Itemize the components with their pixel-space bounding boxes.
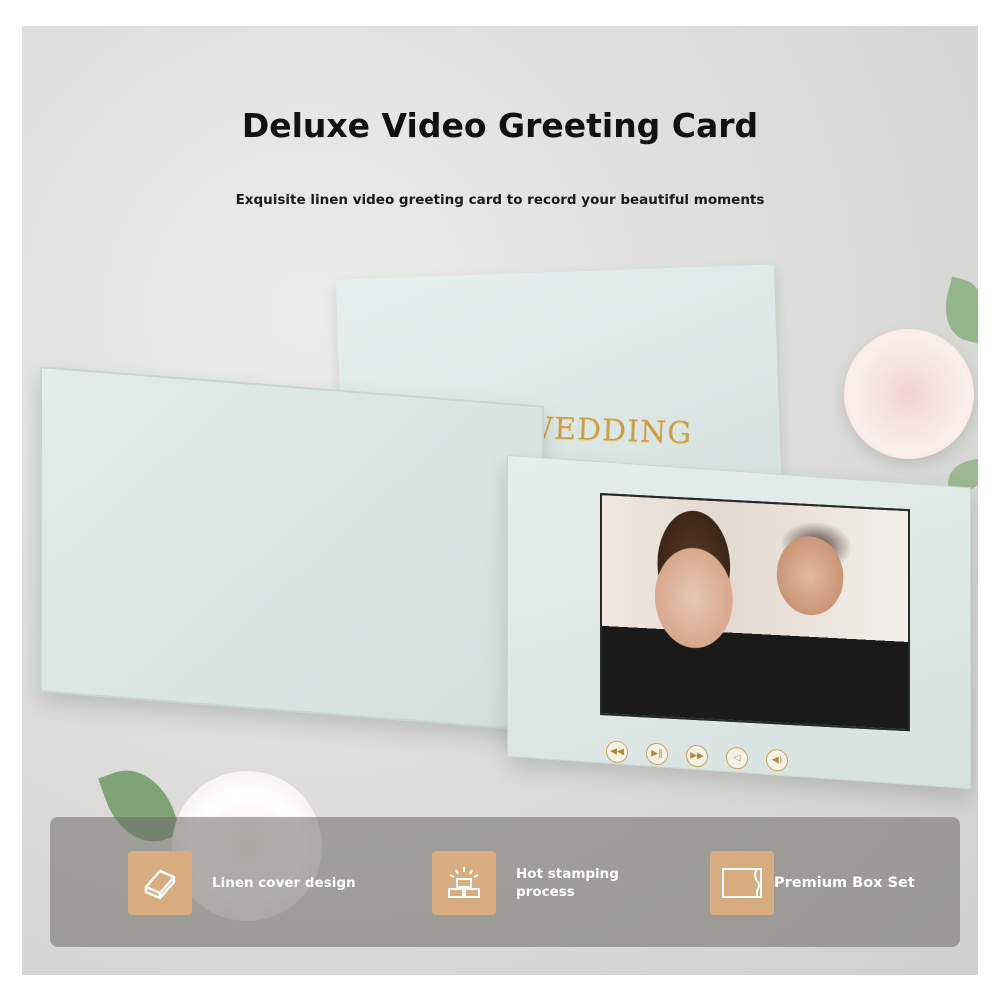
volume-down-icon[interactable]: ◁ [726, 746, 748, 770]
feature-label: Linen cover design [212, 875, 356, 891]
bride-and-groom-photo [602, 495, 908, 730]
card-left-panel [40, 366, 544, 732]
video-screen [600, 492, 910, 732]
feature-label: Hot stamping process [516, 866, 619, 900]
linen-cover-icon [128, 851, 192, 915]
gold-bars-icon [432, 851, 496, 915]
leaf-decoration [937, 276, 978, 344]
peony-flower [844, 329, 974, 459]
feature-linen-cover: Linen cover design [128, 851, 356, 915]
feature-label: Premium Box Set [774, 875, 915, 891]
play-pause-icon[interactable]: ▶‖ [646, 742, 668, 766]
page-title: Deluxe Video Greeting Card [241, 106, 759, 145]
volume-up-icon[interactable]: ◀) [766, 748, 788, 772]
card-right-panel: ◀◀ ▶‖ ▶▶ ◁ ◀) [507, 454, 971, 790]
playback-controls: ◀◀ ▶‖ ▶▶ ◁ ◀) [606, 740, 788, 772]
box-icon [710, 851, 774, 915]
rewind-icon[interactable]: ◀◀ [606, 740, 628, 764]
feature-premium-box: Premium Box Set [710, 851, 915, 915]
fast-forward-icon[interactable]: ▶▶ [686, 744, 708, 768]
feature-bar: Linen cover design Hot stamping process … [50, 817, 960, 947]
page-subtitle: Exquisite linen video greeting card to r… [235, 192, 765, 208]
feature-hot-stamping: Hot stamping process [432, 851, 619, 915]
